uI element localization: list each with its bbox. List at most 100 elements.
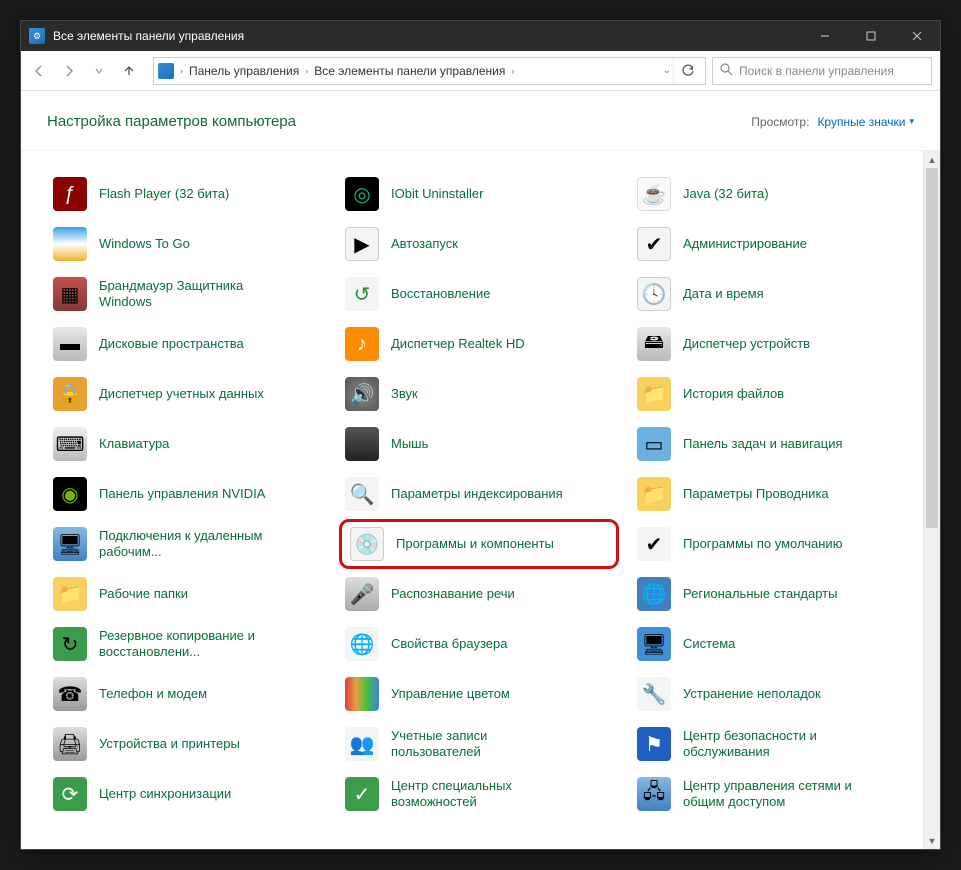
- scrollbar[interactable]: ▲ ▼: [923, 151, 940, 849]
- address-icon: [158, 63, 174, 79]
- recent-dropdown[interactable]: [85, 57, 113, 85]
- chevron-right-icon[interactable]: ›: [303, 66, 310, 76]
- item-label: Свойства браузера: [391, 636, 507, 652]
- control-panel-item[interactable]: ▦ Брандмауэр Защитника Windows: [47, 269, 327, 319]
- inet-icon: 🌐: [345, 627, 379, 661]
- system-icon: 🖥: [637, 627, 671, 661]
- item-label: Подключения к удаленным рабочим...: [99, 528, 284, 561]
- control-panel-item[interactable]: 🌐Региональные стандарты: [631, 569, 911, 619]
- control-panel-item[interactable]: 🔍Параметры индексирования: [339, 469, 619, 519]
- item-label: Мышь: [391, 436, 428, 452]
- rdp-icon: 🖥: [53, 527, 87, 561]
- address-bar[interactable]: › Панель управления › Все элементы панел…: [153, 57, 706, 85]
- fw-icon: ▦: [53, 277, 87, 311]
- control-panel-item[interactable]: Управление цветом: [339, 669, 619, 719]
- control-panel-item[interactable]: 👥Учетные записи пользователей: [339, 719, 619, 769]
- back-button[interactable]: [25, 57, 53, 85]
- control-panel-item[interactable]: 🖧Центр управления сетями и общим доступо…: [631, 769, 911, 819]
- chevron-right-icon[interactable]: ›: [509, 66, 516, 76]
- control-panel-item[interactable]: ↺Восстановление: [339, 269, 619, 319]
- header: Настройка параметров компьютера Просмотр…: [21, 91, 940, 138]
- control-panel-item[interactable]: ♪ Диспетчер Realtek HD: [339, 319, 619, 369]
- breadcrumb-seg-1[interactable]: Панель управления: [185, 58, 303, 84]
- control-panel-item[interactable]: 📁Параметры Проводника: [631, 469, 911, 519]
- breadcrumb-seg-2[interactable]: Все элементы панели управления: [310, 58, 509, 84]
- control-panel-item[interactable]: ✔Администрирование: [631, 219, 911, 269]
- view-selector: Просмотр: Крупные значки ▾: [751, 115, 914, 129]
- control-panel-item[interactable]: ▭Панель задач и навигация: [631, 419, 911, 469]
- close-button[interactable]: [894, 21, 940, 51]
- date-icon: 🕓: [637, 277, 671, 311]
- control-panel-item[interactable]: 🔒Диспетчер учетных данных: [47, 369, 327, 419]
- search-box[interactable]: Поиск в панели управления: [712, 57, 932, 85]
- control-panel-item[interactable]: ↻Резервное копирование и восстановлени..…: [47, 619, 327, 669]
- item-label: Диспетчер устройств: [683, 336, 810, 352]
- prog-icon: 💿: [350, 527, 384, 561]
- scroll-thumb[interactable]: [926, 168, 938, 528]
- control-panel-item[interactable]: 🔊Звук: [339, 369, 619, 419]
- control-panel-item[interactable]: 🖥 Подключения к удаленным рабочим...: [47, 519, 327, 569]
- item-label: Клавиатура: [99, 436, 169, 452]
- realtek-icon: ♪: [345, 327, 379, 361]
- chevron-right-icon[interactable]: ›: [178, 66, 185, 76]
- defprog-icon: ✔: [637, 527, 671, 561]
- control-panel-item[interactable]: 🖨Устройства и принтеры: [47, 719, 327, 769]
- control-panel-item[interactable]: Мышь: [339, 419, 619, 469]
- item-label: Центр безопасности и обслуживания: [683, 728, 868, 761]
- control-panel-item[interactable]: Windows To Go: [47, 219, 327, 269]
- control-panel-item[interactable]: ⟳Центр синхронизации: [47, 769, 327, 819]
- maximize-button[interactable]: [848, 21, 894, 51]
- scroll-up-button[interactable]: ▲: [924, 151, 940, 168]
- item-label: Панель управления NVIDIA: [99, 486, 265, 502]
- control-panel-item[interactable]: 🖴Диспетчер устройств: [631, 319, 911, 369]
- region-icon: 🌐: [637, 577, 671, 611]
- scroll-down-button[interactable]: ▼: [924, 832, 940, 849]
- admin-icon: ✔: [637, 227, 671, 261]
- item-label: Flash Player (32 бита): [99, 186, 229, 202]
- item-label: Windows To Go: [99, 236, 190, 252]
- search-icon: [719, 62, 733, 79]
- item-label: Диспетчер Realtek HD: [391, 336, 525, 352]
- minimize-button[interactable]: [802, 21, 848, 51]
- control-panel-item[interactable]: ƒFlash Player (32 бита): [47, 169, 327, 219]
- page-title: Настройка параметров компьютера: [47, 113, 296, 130]
- control-panel-item[interactable]: ◎IObit Uninstaller: [339, 169, 619, 219]
- control-panel-item[interactable]: ⚑ Центр безопасности и обслуживания: [631, 719, 911, 769]
- control-panel-item[interactable]: 📁Рабочие папки: [47, 569, 327, 619]
- forward-button[interactable]: [55, 57, 83, 85]
- toolbar: › Панель управления › Все элементы панел…: [21, 51, 940, 91]
- control-panel-item[interactable]: 🎤Распознавание речи: [339, 569, 619, 619]
- control-panel-item[interactable]: ✔Программы по умолчанию: [631, 519, 911, 569]
- filehist-icon: 📁: [637, 377, 671, 411]
- up-button[interactable]: [115, 57, 143, 85]
- item-label: Программы и компоненты: [396, 536, 554, 552]
- control-panel-item[interactable]: ▶Автозапуск: [339, 219, 619, 269]
- address-dropdown[interactable]: ⌄: [661, 65, 673, 76]
- security-icon: ⚑: [637, 727, 671, 761]
- window-title: Все элементы панели управления: [53, 29, 244, 43]
- control-panel-item[interactable]: 🕓Дата и время: [631, 269, 911, 319]
- control-panel-item[interactable]: ☕Java (32 бита): [631, 169, 911, 219]
- control-panel-item[interactable]: 🔧Устранение неполадок: [631, 669, 911, 719]
- control-panel-item[interactable]: 🖥Система: [631, 619, 911, 669]
- items-panel: ƒFlash Player (32 бита)◎IObit Uninstalle…: [21, 151, 923, 849]
- mouse-icon: [345, 427, 379, 461]
- control-panel-item[interactable]: 🌐 Свойства браузера: [339, 619, 619, 669]
- control-panel-item[interactable]: ⌨ Клавиатура: [47, 419, 327, 469]
- kbd-icon: ⌨: [53, 427, 87, 461]
- control-panel-item[interactable]: 💿 Программы и компоненты: [339, 519, 619, 569]
- control-panel-item[interactable]: ◉ Панель управления NVIDIA: [47, 469, 327, 519]
- control-panel-item[interactable]: ✓Центр специальных возможностей: [339, 769, 619, 819]
- nvidia-icon: ◉: [53, 477, 87, 511]
- control-panel-item[interactable]: 📁История файлов: [631, 369, 911, 419]
- auto-icon: ▶: [345, 227, 379, 261]
- view-value-dropdown[interactable]: Крупные значки ▾: [817, 115, 914, 129]
- refresh-button[interactable]: [673, 58, 701, 84]
- disk-icon: ▬: [53, 327, 87, 361]
- item-label: Брандмауэр Защитника Windows: [99, 278, 284, 311]
- backup-icon: ↻: [53, 627, 87, 661]
- control-panel-item[interactable]: ☎Телефон и модем: [47, 669, 327, 719]
- item-label: Java (32 бита): [683, 186, 769, 202]
- control-panel-item[interactable]: ▬Дисковые пространства: [47, 319, 327, 369]
- sync-icon: ⟳: [53, 777, 87, 811]
